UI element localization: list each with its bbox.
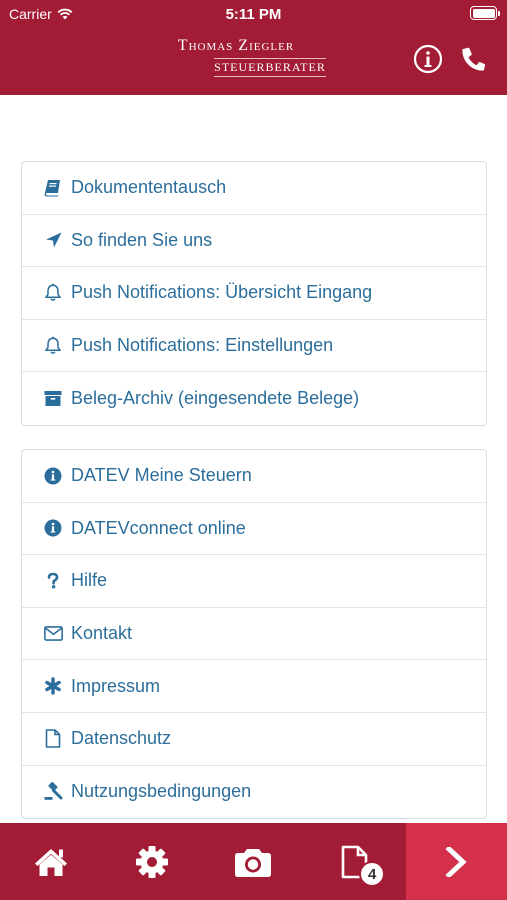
asterisk-icon: [43, 676, 63, 696]
menu-item-datenschutz[interactable]: Datenschutz: [22, 713, 486, 766]
camera-icon: [235, 848, 272, 877]
book-icon: [43, 178, 63, 198]
gear-icon: [136, 845, 169, 878]
menu-item-label: DATEV Meine Steuern: [71, 465, 252, 486]
menu-item-dokumententausch[interactable]: Dokumententausch: [22, 162, 486, 215]
bell-icon: [43, 283, 63, 303]
menu-item-label: So finden Sie uns: [71, 229, 213, 250]
info-button[interactable]: [413, 44, 443, 74]
menu-item-push-uebersicht[interactable]: Push Notifications: Übersicht Eingang: [22, 267, 486, 320]
info-circle-icon: [43, 466, 63, 486]
tab-home[interactable]: [0, 823, 101, 900]
archive-icon: [43, 389, 63, 409]
menu-item-label: Hilfe: [71, 570, 108, 591]
question-icon: [43, 571, 63, 591]
file-icon: [43, 729, 63, 749]
menu-item-label: Dokumententausch: [71, 177, 227, 198]
chevron-right-icon: [445, 846, 467, 877]
menu-item-impressum[interactable]: Impressum: [22, 660, 486, 713]
documents-count-badge: 4: [359, 861, 386, 887]
envelope-icon: [43, 624, 63, 644]
phone-icon: [462, 47, 486, 71]
app-header: Carrier 5:11 PM Thomas Ziegler STEUERBER…: [0, 0, 507, 95]
tab-next[interactable]: [405, 823, 507, 900]
menu-item-so-finden-sie-uns[interactable]: So finden Sie uns: [22, 215, 486, 268]
status-bar: Carrier 5:11 PM: [0, 0, 507, 30]
home-icon: [34, 848, 67, 876]
menu-item-beleg-archiv[interactable]: Beleg-Archiv (eingesendete Belege): [22, 372, 486, 425]
main-menu: Dokumententausch So finden Sie uns Push …: [21, 161, 487, 426]
menu-item-kontakt[interactable]: Kontakt: [22, 608, 486, 661]
menu-item-label: Kontakt: [71, 623, 133, 644]
status-time: 5:11 PM: [225, 6, 282, 23]
menu-item-nutzungsbedingungen[interactable]: Nutzungsbedingungen: [22, 766, 486, 819]
menu-item-push-einstellungen[interactable]: Push Notifications: Einstellungen: [22, 320, 486, 373]
menu-item-label: DATEVconnect online: [71, 517, 246, 538]
gavel-icon: [43, 782, 63, 802]
menu-item-label: Datenschutz: [71, 728, 172, 749]
logo-name: Thomas Ziegler: [177, 37, 295, 54]
info-circle-outline-icon: [413, 44, 443, 74]
battery-icon: [470, 6, 500, 20]
menu-item-datevconnect-online[interactable]: DATEVconnect online: [22, 503, 486, 556]
secondary-menu: DATEV Meine Steuern DATEVconnect online …: [21, 449, 487, 820]
tab-settings[interactable]: [101, 823, 202, 900]
location-arrow-icon: [43, 230, 63, 250]
company-logo: Thomas Ziegler STEUERBERATER: [145, 37, 327, 77]
menu-item-label: Beleg-Archiv (eingesendete Belege): [71, 388, 360, 409]
menu-item-datev-meine-steuern[interactable]: DATEV Meine Steuern: [22, 450, 486, 503]
menu-item-label: Push Notifications: Einstellungen: [71, 335, 334, 356]
tab-camera[interactable]: [203, 823, 304, 900]
bell-icon: [43, 336, 63, 356]
logo-subtitle: STEUERBERATER: [214, 58, 326, 77]
menu-item-label: Push Notifications: Übersicht Eingang: [71, 282, 373, 303]
bottom-tab-bar: 4: [0, 823, 507, 900]
menu-item-label: Nutzungsbedingungen: [71, 781, 252, 802]
menu-item-label: Impressum: [71, 675, 161, 696]
call-button[interactable]: [459, 44, 489, 74]
tab-documents[interactable]: 4: [304, 823, 405, 900]
menu-item-hilfe[interactable]: Hilfe: [22, 555, 486, 608]
info-circle-icon: [43, 518, 63, 538]
